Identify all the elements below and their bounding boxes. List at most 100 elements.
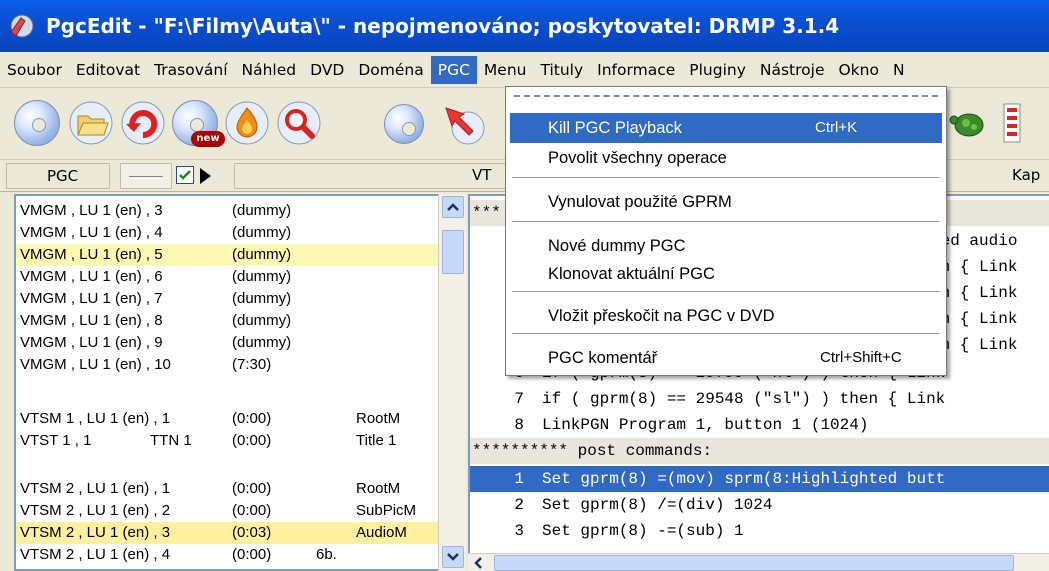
tear-off-line[interactable] — [514, 95, 938, 97]
menu-menu[interactable]: Menu — [477, 56, 534, 84]
menu-tituly[interactable]: Tituly — [533, 56, 590, 84]
menu-item-label: Nové dummy PGC — [548, 237, 686, 255]
menu-item-klonovat-aktualni-pgc[interactable]: Klonovat aktuální PGC — [510, 259, 942, 289]
menu-informace[interactable]: Informace — [590, 56, 682, 84]
menu-item-label: PGC komentář — [548, 349, 658, 367]
menu-domena[interactable]: Doména — [351, 56, 430, 84]
pgc-time: (dummy) — [232, 224, 292, 241]
disc-icon[interactable] — [14, 100, 60, 146]
pgc-list: VMGM , LU 1 (en) , 3 (dummy) VMGM , LU 1 (… — [14, 194, 438, 571]
pgc-name: VTSM 2 , LU 1 (en) , 4 — [20, 546, 171, 563]
pgc-list-item[interactable]: VMGM , LU 1 (en) , 9 (dummy) — [16, 332, 438, 354]
menu-item-vynulovat-pouzite-gprm[interactable]: Vynulovat použité GPRM — [510, 187, 942, 217]
pgc-label: PGC — [6, 163, 110, 189]
pgcedit-window: PgcEdit - "F:\Filmy\Auta\" - nepojmenová… — [0, 0, 1049, 571]
open-folder-icon[interactable] — [68, 100, 114, 146]
menu-okno[interactable]: Okno — [831, 56, 885, 84]
pgc-name: VMGM , LU 1 (en) , 6 — [20, 268, 163, 285]
pgc-time: (dummy) — [232, 202, 292, 219]
pgc-field — [234, 163, 506, 189]
pgc-name: VMGM , LU 1 (en) , 10 — [20, 356, 171, 373]
menu-item-shortcut: Ctrl+Shift+C — [820, 349, 902, 366]
code-line-8: 8 LinkPGN Program 1, button 1 (1024) — [514, 416, 869, 434]
pgc-list-item[interactable]: VMGM , LU 1 (en) , 5 (dummy) — [16, 244, 438, 266]
checkbox[interactable] — [176, 166, 194, 184]
menu-soubor[interactable]: Soubor — [0, 56, 69, 84]
play-icon[interactable] — [200, 168, 211, 184]
pgc-extra: Title 1 — [356, 432, 397, 449]
pgc-list-item[interactable]: VMGM , LU 1 (en) , 6 (dummy) — [16, 266, 438, 288]
title-bar[interactable]: PgcEdit - "F:\Filmy\Auta\" - nepojmenová… — [0, 0, 1049, 52]
hscroll-thumb[interactable] — [494, 555, 1014, 571]
burn-icon[interactable] — [224, 100, 270, 146]
menu-separator — [512, 177, 940, 179]
checklist-icon[interactable] — [998, 100, 1026, 146]
menu-pluginy[interactable]: Pluginy — [682, 56, 753, 84]
scroll-thumb[interactable] — [442, 230, 464, 274]
pgc-list-item[interactable]: VMGM , LU 1 (en) , 4 (dummy) — [16, 222, 438, 244]
menu-n[interactable]: N — [886, 56, 912, 84]
pgc-list-item[interactable]: VMGM , LU 1 (en) , 3 (dummy) — [16, 200, 438, 222]
pgc-list-item[interactable]: VMGM , LU 1 (en) , 7 (dummy) — [16, 288, 438, 310]
pgc-extra: RootM — [356, 480, 401, 497]
menu-pgc[interactable]: PGC — [430, 55, 477, 84]
turtle-icon[interactable] — [946, 100, 992, 146]
menu-item-povolit-vsechny-operace[interactable]: Povolit všechny operace — [510, 143, 942, 173]
pgc-time: (0:00) — [232, 410, 272, 427]
pgc-name: VTSM 1 , LU 1 (en) , 1 — [20, 410, 171, 427]
pgc-extra: 6b. — [316, 546, 337, 563]
jump-arrow-icon[interactable] — [440, 100, 486, 146]
pgc-time: (7:30) — [232, 356, 272, 373]
pgc-list-item[interactable]: VMGM , LU 1 (en) , 10 (7:30) — [16, 354, 438, 376]
reload-icon[interactable] — [120, 100, 166, 146]
pgc-list-item[interactable]: VMGM , LU 1 (en) , 8 (dummy) — [16, 310, 438, 332]
menu-item-label: Kill PGC Playback — [548, 119, 682, 137]
window-title: PgcEdit - "F:\Filmy\Auta\" - nepojmenová… — [46, 14, 840, 38]
pgc-slider[interactable] — [120, 163, 172, 189]
menu-nastroje[interactable]: Nástroje — [753, 56, 832, 84]
pgc-time: (0:00) — [232, 432, 272, 449]
post-command-2[interactable]: 2 Set gprm(8) /=(div) 1024 — [470, 492, 1049, 518]
menu-separator — [512, 291, 940, 293]
pgc-time: (dummy) — [232, 312, 292, 329]
pgc-list-item[interactable]: VTSM 2 , LU 1 (en) , 3 (0:03) AudioM — [16, 522, 438, 544]
pgc-name: VMGM , LU 1 (en) , 4 — [20, 224, 163, 241]
pgc-name: VMGM , LU 1 (en) , 8 — [20, 312, 163, 329]
scroll-down-button[interactable] — [442, 546, 464, 568]
list-scrollbar[interactable] — [438, 194, 466, 571]
search-icon[interactable] — [276, 100, 322, 146]
pgc-name: VMGM , LU 1 (en) , 9 — [20, 334, 163, 351]
discs-icon[interactable] — [384, 104, 424, 144]
menu-item-nove-dummy-pgc[interactable]: Nové dummy PGC — [510, 231, 942, 261]
menu-nahled[interactable]: Náhled — [235, 56, 304, 84]
pgc-name: VTSM 2 , LU 1 (en) , 1 — [20, 480, 171, 497]
pgc-list-item[interactable]: VTSM 2 , LU 1 (en) , 2 (0:00) SubPicM — [16, 500, 438, 522]
menu-item-vlozit-preskocit-na-pgc-v-dvd[interactable]: Vložit přeskočit na PGC v DVD — [510, 301, 942, 331]
pgc-list-item[interactable]: VTST 1 , 1 TTN 1 (0:00) Title 1 — [16, 430, 438, 452]
menu-item-pgc-komentar[interactable]: PGC komentář Ctrl+Shift+C — [510, 343, 942, 373]
pgc-name: VMGM , LU 1 (en) , 3 — [20, 202, 163, 219]
scroll-up-button[interactable] — [442, 196, 464, 218]
menu-item-shortcut: Ctrl+K — [815, 119, 858, 136]
pgc-list-item[interactable]: VTSM 2 , LU 1 (en) , 4 (0:00) 6b. — [16, 544, 438, 566]
pgc-ttn: TTN 1 — [150, 432, 192, 449]
menu-item-label: Vložit přeskočit na PGC v DVD — [548, 307, 775, 325]
menu-bar: Soubor Editovat Trasování Náhled DVD Doména PG… — [0, 52, 1049, 88]
pgc-name: VTST 1 , 1 — [20, 432, 92, 449]
new-disc-icon[interactable]: new — [172, 100, 225, 147]
post-command-3[interactable]: 3 Set gprm(8) -=(sub) 1 — [470, 518, 1049, 544]
pgc-time: (dummy) — [232, 334, 292, 351]
pgc-name: VMGM , LU 1 (en) , 5 — [20, 246, 163, 263]
pgc-list-item[interactable]: VTSM 2 , LU 1 (en) , 1 (0:00) RootM — [16, 478, 438, 500]
vt-label: VT — [472, 166, 492, 184]
scroll-left-button[interactable] — [470, 555, 488, 571]
menu-dvd[interactable]: DVD — [303, 56, 351, 84]
code-hscrollbar[interactable] — [468, 553, 1049, 571]
pgc-list-item[interactable]: VTSM 1 , LU 1 (en) , 1 (0:00) RootM — [16, 408, 438, 430]
menu-trasovani[interactable]: Trasování — [147, 56, 234, 84]
menu-editovat[interactable]: Editovat — [69, 56, 147, 84]
menu-item-kill-pgc-playback[interactable]: Kill PGC Playback Ctrl+K — [510, 113, 942, 143]
pgc-extra: RootM — [356, 410, 401, 427]
menu-separator — [512, 221, 940, 223]
post-command-1[interactable]: 1 Set gprm(8) =(mov) sprm(8:Highlighted b… — [470, 466, 1049, 492]
